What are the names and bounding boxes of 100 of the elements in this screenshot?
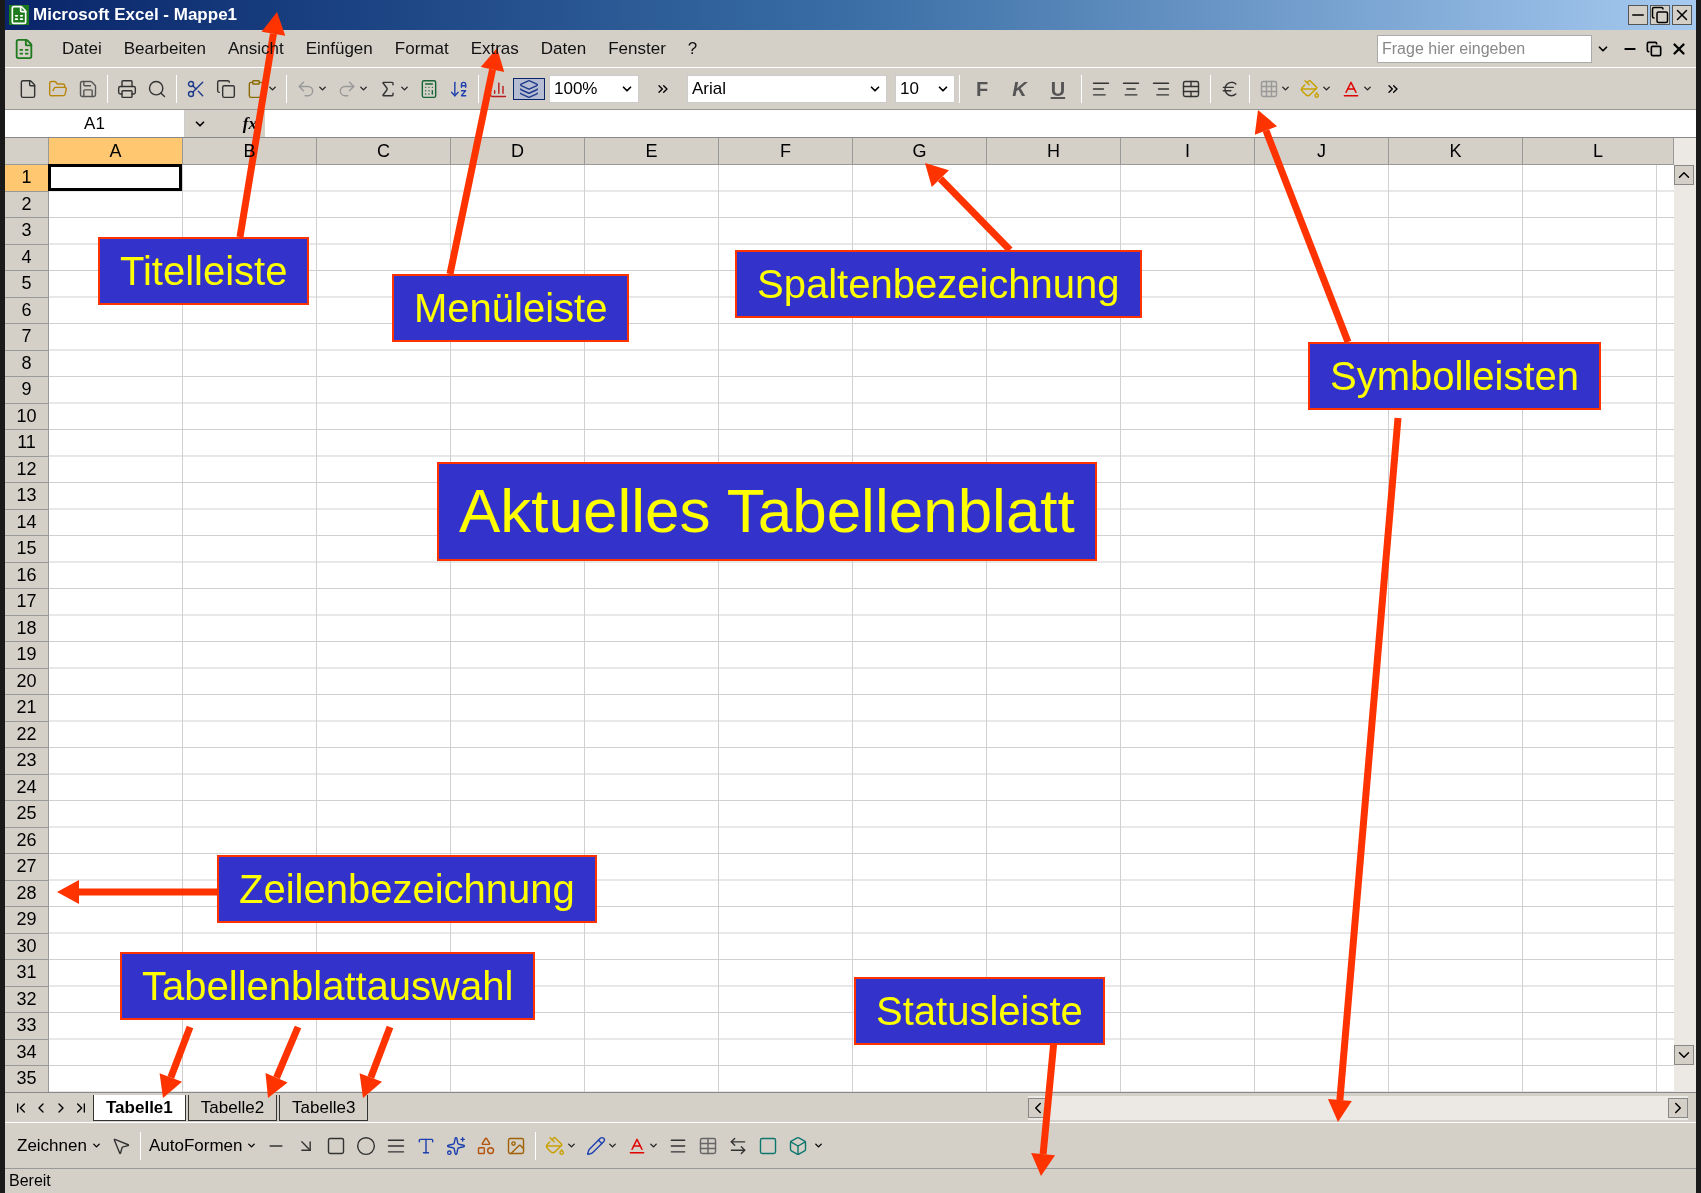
excel-icon[interactable] (9, 5, 29, 25)
menu-item[interactable]: Datei (51, 35, 113, 62)
draw-menu-button[interactable]: Zeichnen (13, 1132, 106, 1159)
sheet-tab[interactable]: Tabelle1 (93, 1094, 186, 1121)
row-header[interactable]: 7 (5, 324, 49, 351)
column-header[interactable]: J (1255, 138, 1389, 165)
row-header[interactable]: 8 (5, 350, 49, 377)
row-header[interactable]: 34 (5, 1039, 49, 1066)
row-header[interactable]: 4 (5, 244, 49, 271)
rectangle-icon[interactable] (326, 1135, 347, 1156)
row-header[interactable]: 29 (5, 907, 49, 934)
row-header[interactable]: 3 (5, 218, 49, 245)
row-header[interactable]: 12 (5, 456, 49, 483)
caret-icon[interactable] (566, 1140, 578, 1151)
save-icon[interactable] (78, 78, 98, 99)
restore-icon[interactable] (1646, 40, 1662, 57)
row-header[interactable]: 17 (5, 589, 49, 616)
menu-item[interactable]: ? (676, 35, 709, 62)
caret-icon[interactable] (1321, 83, 1333, 94)
ellipse-icon[interactable] (356, 1135, 377, 1156)
row-header[interactable]: 14 (5, 509, 49, 536)
column-header[interactable]: A (49, 138, 183, 165)
autoshapes-button[interactable]: AutoFormen (144, 1132, 262, 1159)
caret-icon[interactable] (267, 83, 278, 94)
scroll-up-icon[interactable] (1674, 165, 1694, 185)
row-header[interactable]: 22 (5, 721, 49, 748)
row-header[interactable]: 23 (5, 748, 49, 775)
printer-icon[interactable] (117, 78, 137, 99)
sheet-tab[interactable]: Tabelle3 (279, 1094, 369, 1121)
row-header[interactable]: 16 (5, 562, 49, 589)
row-header[interactable]: 21 (5, 695, 49, 722)
line-color-icon[interactable] (586, 1135, 607, 1156)
column-header[interactable]: H (987, 138, 1121, 165)
column-header[interactable]: G (853, 138, 987, 165)
caret-icon[interactable] (317, 83, 328, 94)
column-header[interactable]: L (1523, 138, 1674, 165)
row-header[interactable]: 19 (5, 642, 49, 669)
row-header[interactable]: 28 (5, 880, 49, 907)
row-header[interactable]: 10 (5, 403, 49, 430)
menu-item[interactable]: Format (383, 35, 460, 62)
menu-item[interactable]: Extras (459, 35, 530, 62)
row-header[interactable]: 5 (5, 271, 49, 298)
row-header[interactable]: 30 (5, 933, 49, 960)
row-header[interactable]: 13 (5, 483, 49, 510)
row-header[interactable]: 25 (5, 801, 49, 828)
column-header[interactable]: K (1389, 138, 1523, 165)
calculator-icon[interactable] (419, 78, 439, 99)
row-header[interactable]: 6 (5, 297, 49, 324)
sheet-tab[interactable]: Tabelle2 (187, 1094, 278, 1121)
column-header[interactable]: I (1121, 138, 1255, 165)
row-header[interactable]: 24 (5, 774, 49, 801)
shadow-icon[interactable] (758, 1135, 779, 1156)
fill-color-icon[interactable] (1300, 78, 1321, 99)
dash-style-icon[interactable] (698, 1135, 719, 1156)
row-header[interactable]: 18 (5, 615, 49, 642)
row-header[interactable]: 32 (5, 986, 49, 1013)
active-cell[interactable] (48, 164, 182, 191)
scroll-down-icon[interactable] (1674, 1045, 1694, 1065)
workbook-icon[interactable] (13, 37, 35, 60)
caret-icon[interactable] (648, 1140, 660, 1151)
row-header[interactable]: 11 (5, 430, 49, 457)
more-icon[interactable] (813, 1140, 825, 1151)
fill-color-icon[interactable] (545, 1135, 566, 1156)
column-header[interactable]: C (317, 138, 451, 165)
row-header[interactable]: 15 (5, 536, 49, 563)
scissors-icon[interactable] (186, 78, 206, 99)
merge-icon[interactable] (1181, 78, 1202, 99)
bold-button[interactable]: F (964, 73, 1001, 104)
vertical-scrollbar[interactable] (1674, 138, 1696, 1092)
caret-icon[interactable] (607, 1140, 619, 1151)
function-label[interactable]: fx (242, 110, 257, 137)
row-header[interactable]: 31 (5, 960, 49, 987)
row-header[interactable]: 33 (5, 1013, 49, 1040)
row-header[interactable]: 9 (5, 377, 49, 404)
caret-icon[interactable] (1362, 83, 1374, 94)
caret-icon[interactable] (246, 1140, 258, 1151)
horizontal-scrollbar[interactable] (1028, 1095, 1688, 1120)
zoom-field[interactable]: 100% (549, 74, 639, 103)
column-header[interactable]: E (585, 138, 719, 165)
help-search-field[interactable]: Frage hier eingeben (1377, 34, 1592, 63)
row-header[interactable]: 1 (5, 165, 49, 192)
caret-icon[interactable] (399, 83, 410, 94)
copy-icon[interactable] (216, 78, 236, 99)
caret-icon[interactable] (358, 83, 369, 94)
menu-item[interactable]: Daten (529, 35, 598, 62)
picture-icon[interactable] (506, 1135, 527, 1156)
minimize-icon[interactable] (1628, 5, 1648, 25)
new-file-icon[interactable] (18, 78, 38, 99)
caret-icon[interactable] (90, 1140, 102, 1151)
row-header[interactable]: 27 (5, 854, 49, 881)
restore-icon[interactable] (1650, 5, 1670, 25)
column-header[interactable]: D (451, 138, 585, 165)
menu-item[interactable]: Einfügen (294, 35, 384, 62)
close-icon[interactable] (1672, 5, 1692, 25)
italic-button[interactable]: K (1000, 73, 1039, 104)
menu-item[interactable]: Fenster (597, 35, 677, 62)
3d-icon[interactable] (788, 1135, 809, 1156)
row-header[interactable]: 2 (5, 191, 49, 218)
font-size-field[interactable]: 10 (895, 74, 955, 103)
preview-icon[interactable] (147, 78, 167, 99)
